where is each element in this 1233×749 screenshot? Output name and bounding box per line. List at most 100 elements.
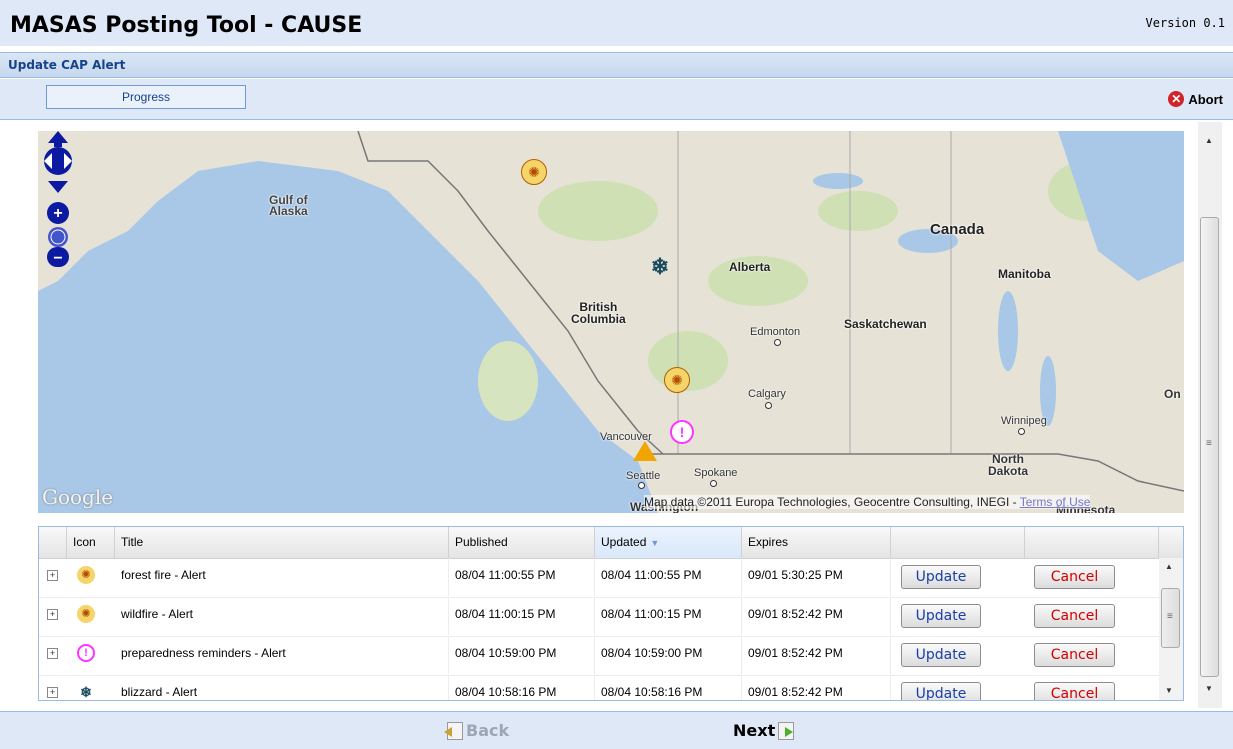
- app-title: MASAS Posting Tool - CAUSE: [10, 13, 363, 38]
- cell-updated: 08/04 11:00:15 PM: [595, 597, 742, 635]
- content-area: + − Gulf of Alaska Canada Alberta Manito…: [0, 120, 1233, 711]
- expand-icon[interactable]: +: [47, 648, 58, 659]
- update-button[interactable]: Update: [901, 682, 981, 700]
- abort-button[interactable]: ✕ Abort: [1168, 91, 1223, 107]
- header-update-action: [891, 527, 1025, 558]
- scroll-up-icon[interactable]: ▲: [1165, 562, 1173, 571]
- map-label-seattle: Seattle: [626, 470, 661, 482]
- table-row[interactable]: +! preparedness reminders - Alert 08/04 10…: [39, 636, 1159, 676]
- cancel-button[interactable]: Cancel: [1034, 604, 1115, 628]
- expand-icon[interactable]: +: [47, 687, 58, 698]
- map-label-british-columbia: British Columbia: [571, 300, 626, 326]
- map-pan-zoom-control[interactable]: + −: [38, 131, 78, 281]
- map-label-gulf-of-alaska: Gulf of Alaska: [269, 193, 308, 218]
- map-label-manitoba: Manitoba: [998, 267, 1051, 281]
- cell-updated: 08/04 10:58:16 PM: [595, 675, 742, 700]
- abort-label: Abort: [1188, 91, 1223, 107]
- svg-text:+: +: [53, 205, 62, 222]
- google-logo: Google: [42, 485, 114, 509]
- cell-title: blizzard - Alert: [115, 675, 449, 700]
- header-updated[interactable]: Updated ▼: [595, 527, 742, 558]
- city-dot-calgary: [765, 402, 772, 409]
- map-label-saskatchewan: Saskatchewan: [844, 317, 927, 331]
- map-label-north-dakota: North Dakota: [988, 452, 1029, 478]
- map-marker-fire-icon-2[interactable]: ✺: [664, 367, 690, 393]
- header-cancel-action: [1025, 527, 1159, 558]
- fire-icon: ✺: [77, 605, 95, 623]
- page-scrollbar[interactable]: ▲ ≡ ▼: [1198, 122, 1222, 708]
- header-icon[interactable]: Icon: [67, 527, 115, 558]
- table-row[interactable]: + ❄ blizzard - Alert 08/04 10:58:16 PM 08/04…: [39, 675, 1159, 700]
- page-scroll-up-icon[interactable]: ▲: [1205, 136, 1213, 145]
- grid-header: Icon Title Published Updated ▼ Expires: [39, 527, 1183, 559]
- table-row[interactable]: + ✺ wildfire - Alert 08/04 11:00:15 PM 08/04…: [39, 597, 1159, 637]
- map-label-ontario: On: [1164, 387, 1181, 401]
- map-label-canada: Canada: [930, 221, 985, 238]
- map-label-spokane: Spokane: [694, 467, 738, 479]
- cell-expires: 09/01 8:52:42 PM: [742, 597, 891, 635]
- toolbar: Progress ✕ Abort: [0, 79, 1233, 120]
- snowflake-icon: ❄: [80, 684, 92, 700]
- back-arrow-icon: [444, 721, 463, 740]
- expand-icon[interactable]: +: [47, 609, 58, 620]
- exclamation-icon: !: [77, 644, 95, 662]
- page-scroll-down-icon[interactable]: ▼: [1205, 684, 1213, 693]
- table-row[interactable]: + ✺ forest fire - Alert 08/04 11:00:55 PM 08…: [39, 558, 1159, 598]
- fire-icon: ✺: [77, 566, 95, 584]
- cancel-button[interactable]: Cancel: [1034, 643, 1115, 667]
- cell-expires: 09/01 8:52:42 PM: [742, 636, 891, 674]
- header-title[interactable]: Title: [115, 527, 449, 558]
- footer-bar: Back Next: [0, 711, 1233, 749]
- header-updated-label: Updated: [601, 535, 647, 549]
- grid-scrollbar[interactable]: ▲ ≡ ▼: [1159, 558, 1183, 700]
- map-marker-warning-icon[interactable]: [633, 441, 657, 461]
- city-dot-edmonton: [774, 339, 781, 346]
- page-scroll-thumb[interactable]: ≡: [1200, 217, 1219, 677]
- map[interactable]: + − Gulf of Alaska Canada Alberta Manito…: [38, 131, 1184, 513]
- cell-updated: 08/04 11:00:55 PM: [595, 558, 742, 596]
- grid-scroll-thumb[interactable]: ≡: [1161, 588, 1180, 648]
- map-credit: Map data ©2011 Europa Technologies, Geoc…: [644, 495, 1091, 509]
- city-dot-winnipeg: [1018, 428, 1025, 435]
- header-published[interactable]: Published: [449, 527, 595, 558]
- next-arrow-icon: [778, 721, 795, 740]
- header-expires[interactable]: Expires: [742, 527, 891, 558]
- update-button[interactable]: Update: [901, 643, 981, 667]
- next-label: Next: [733, 721, 776, 740]
- map-label-winnipeg: Winnipeg: [1001, 415, 1047, 427]
- map-marker-fire-icon[interactable]: ✺: [521, 159, 547, 185]
- back-button[interactable]: Back: [444, 721, 509, 740]
- map-credit-text: Map data ©2011 Europa Technologies, Geoc…: [644, 495, 1020, 509]
- sort-desc-icon: ▼: [650, 538, 660, 548]
- map-label-edmonton: Edmonton: [750, 326, 801, 338]
- cell-title: preparedness reminders - Alert: [115, 636, 449, 674]
- cancel-button[interactable]: Cancel: [1034, 682, 1115, 700]
- progress-button[interactable]: Progress: [46, 85, 246, 109]
- cell-published: 08/04 11:00:55 PM: [449, 558, 595, 596]
- abort-icon: ✕: [1168, 91, 1185, 107]
- scroll-down-icon[interactable]: ▼: [1165, 686, 1173, 695]
- map-label-alberta: Alberta: [729, 260, 771, 274]
- version-label: Version 0.1: [1145, 16, 1225, 30]
- header-expander: [39, 527, 67, 558]
- cell-title: forest fire - Alert: [115, 558, 449, 596]
- subheader: Update CAP Alert: [0, 52, 1233, 78]
- cell-published: 08/04 11:00:15 PM: [449, 597, 595, 635]
- expand-icon[interactable]: +: [47, 570, 58, 581]
- next-button[interactable]: Next: [733, 721, 797, 740]
- grip-icon: ≡: [1167, 611, 1173, 622]
- city-dot-spokane: [710, 480, 717, 487]
- title-bar: MASAS Posting Tool - CAUSE Version 0.1: [0, 0, 1233, 46]
- terms-of-use-link[interactable]: Terms of Use: [1020, 495, 1091, 509]
- cell-title: wildfire - Alert: [115, 597, 449, 635]
- cell-expires: 09/01 8:52:42 PM: [742, 675, 891, 700]
- update-button[interactable]: Update: [901, 604, 981, 628]
- alerts-grid: Icon Title Published Updated ▼ Expires + ✺…: [38, 526, 1184, 701]
- cell-published: 08/04 10:59:00 PM: [449, 636, 595, 674]
- svg-text:−: −: [53, 250, 62, 267]
- map-marker-exclamation-icon[interactable]: !: [670, 420, 694, 444]
- cancel-button[interactable]: Cancel: [1034, 565, 1115, 589]
- update-button[interactable]: Update: [901, 565, 981, 589]
- map-marker-snowflake-icon[interactable]: ❄: [648, 255, 672, 279]
- cell-updated: 08/04 10:59:00 PM: [595, 636, 742, 674]
